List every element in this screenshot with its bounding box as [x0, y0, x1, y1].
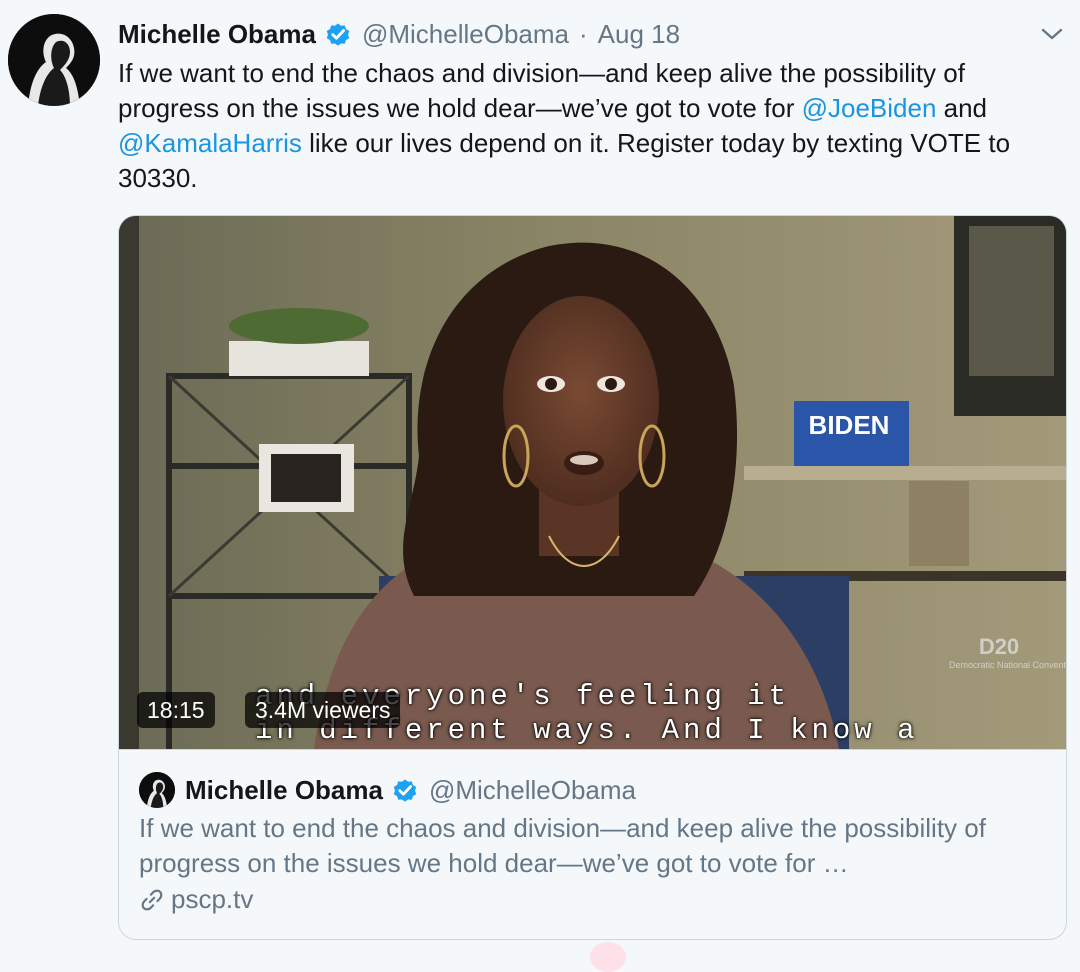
card-link[interactable]: pscp.tv [139, 884, 253, 915]
dnc-logo-text: D20 [979, 634, 1019, 659]
author-avatar[interactable] [8, 14, 100, 106]
dnc-logo-subtitle: Democratic National Convention [949, 660, 1066, 670]
verified-badge-icon [391, 776, 419, 804]
quoted-tweet-header: Michelle Obama @MichelleObama [139, 772, 636, 808]
viewer-count-badge: 3.4M viewers [245, 692, 401, 728]
mention-kamalaharris[interactable]: @KamalaHarris [118, 128, 302, 158]
chevron-down-icon[interactable] [1038, 22, 1066, 46]
tweet-date[interactable]: Aug 18 [598, 19, 680, 50]
author-handle[interactable]: @MichelleObama [362, 19, 569, 50]
separator-dot: · [579, 18, 588, 49]
tweet: Michelle Obama @MichelleObama · Aug 18 I… [0, 0, 1080, 972]
card-link-text[interactable]: pscp.tv [171, 884, 253, 915]
video-duration-badge: 18:15 [137, 692, 215, 728]
mention-joebiden[interactable]: @JoeBiden [802, 93, 937, 123]
quoted-author-handle: @MichelleObama [428, 774, 636, 805]
quoted-tweet-text: If we want to end the chaos and division… [139, 813, 986, 878]
tweet-text: If we want to end the chaos and division… [118, 56, 1068, 196]
tweet-header: Michelle Obama @MichelleObama · Aug 18 [118, 16, 680, 52]
tweet-text-segment: and [936, 93, 988, 123]
video-player[interactable]: BIDEN D20 Democratic National Convention… [119, 216, 1066, 749]
media-card[interactable]: BIDEN D20 Democratic National Convention… [118, 215, 1067, 940]
quoted-author-name: Michelle Obama [185, 774, 383, 805]
link-icon [139, 887, 165, 913]
quoted-author-avatar [139, 772, 175, 808]
quoted-tweet[interactable]: Michelle Obama @MichelleObama If we want… [119, 749, 1066, 939]
biden-sign-text: BIDEN [809, 410, 890, 440]
like-button-peek[interactable] [590, 942, 626, 972]
video-frame: BIDEN D20 Democratic National Convention [119, 216, 1066, 749]
author-name[interactable]: Michelle Obama [118, 19, 316, 50]
verified-badge-icon [324, 20, 352, 48]
